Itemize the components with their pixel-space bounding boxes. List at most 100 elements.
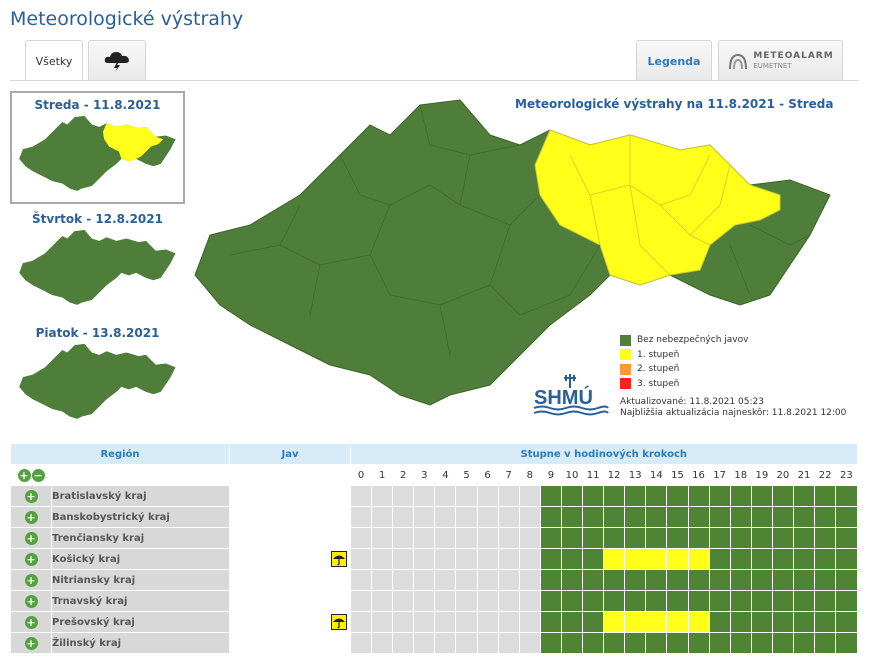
meteoalarm-link[interactable]: METEOALARM EUMETNET: [718, 40, 843, 81]
hour-cell-5: [455, 485, 478, 507]
day-card-2[interactable]: Štvrtok - 12.8.2021: [10, 207, 185, 317]
hour-cell-20: [771, 548, 794, 570]
day-card-3-title: Piatok - 13.8.2021: [35, 326, 160, 340]
row-expand[interactable]: +: [10, 527, 52, 549]
hour-cell-2: [392, 590, 415, 612]
hour-cell-10: [560, 632, 584, 654]
row-expand[interactable]: +: [10, 569, 52, 591]
expand-icon[interactable]: +: [24, 594, 38, 608]
hour-cell-15: [666, 485, 689, 507]
day-card-1-title: Streda - 11.8.2021: [34, 98, 161, 112]
hour-cell-16: [687, 548, 710, 570]
hour-cell-16: [687, 485, 710, 507]
hour-cell-4: [434, 632, 457, 654]
hour-cell-1: [371, 611, 394, 633]
hour-cell-20: [771, 569, 794, 591]
hour-cell-5: [455, 611, 478, 633]
hour-header-21: 21: [792, 464, 816, 486]
phenomenon-cell: [229, 548, 351, 570]
day-card-1[interactable]: Streda - 11.8.2021: [10, 91, 185, 204]
hour-cell-11: [582, 590, 605, 612]
hour-cell-6: [476, 611, 499, 633]
hour-cell-9: [539, 548, 562, 570]
hour-cell-9: [539, 506, 562, 528]
expand-icon[interactable]: +: [24, 636, 38, 650]
hour-cell-15: [666, 506, 689, 528]
hour-cell-7: [497, 485, 520, 507]
expand-icon[interactable]: +: [24, 531, 38, 545]
collapse-all-icon[interactable]: −: [31, 468, 45, 482]
hour-cell-15: [666, 548, 689, 570]
tab-divider: [10, 80, 859, 81]
region-name[interactable]: Nitriansky kraj: [51, 569, 230, 591]
thunderstorm-icon[interactable]: [331, 551, 347, 567]
hour-cell-18: [729, 506, 752, 528]
hour-header-7: 7: [497, 464, 520, 486]
expand-icon[interactable]: +: [24, 510, 38, 524]
row-expand[interactable]: +: [10, 506, 52, 528]
hour-cell-14: [645, 569, 668, 591]
region-name[interactable]: Prešovský kraj: [51, 611, 230, 633]
expand-all-icon[interactable]: +: [17, 468, 31, 482]
phenomenon-cell: [229, 632, 351, 654]
region-name[interactable]: Košický kraj: [51, 548, 230, 570]
hour-cell-17: [708, 506, 731, 528]
hour-cell-6: [476, 569, 499, 591]
hour-cell-20: [771, 485, 794, 507]
hour-cell-12: [603, 527, 626, 549]
row-expand[interactable]: +: [10, 548, 52, 570]
expand-icon[interactable]: +: [24, 615, 38, 629]
tab-thunderstorm[interactable]: [88, 40, 146, 81]
tab-all[interactable]: Všetky: [25, 40, 83, 81]
hour-cell-12: [603, 485, 626, 507]
meteoalarm-logo-icon: [729, 53, 748, 70]
expand-icon[interactable]: +: [24, 489, 38, 503]
legend-label-2: 2. stupeň: [637, 364, 680, 375]
table-row: + Banskobystrický kraj: [10, 506, 858, 528]
hour-cell-9: [539, 590, 562, 612]
expand-collapse-all[interactable]: + −: [10, 464, 52, 486]
hour-cell-23: [835, 548, 858, 570]
hour-cell-9: [539, 485, 562, 507]
col-region-header[interactable]: Región: [10, 443, 230, 465]
hour-cell-17: [708, 485, 731, 507]
hour-cell-22: [814, 590, 837, 612]
hour-cell-19: [750, 611, 773, 633]
thunderstorm-icon[interactable]: [331, 614, 347, 630]
expand-icon[interactable]: +: [24, 573, 38, 587]
hour-cell-22: [814, 611, 837, 633]
hour-cell-11: [582, 632, 605, 654]
update-info: Aktualizované: 11.8.2021 05:23 Najbližši…: [620, 397, 846, 419]
region-name[interactable]: Trnavský kraj: [51, 590, 230, 612]
hour-cell-16: [687, 569, 710, 591]
hour-cell-9: [539, 611, 562, 633]
region-name[interactable]: Banskobystrický kraj: [51, 506, 230, 528]
hour-cell-1: [371, 632, 394, 654]
tab-legend[interactable]: Legenda: [636, 40, 712, 81]
legend-row-1: 1. stupeň: [620, 348, 748, 363]
hour-header-9: 9: [539, 464, 562, 486]
hour-cell-5: [455, 548, 478, 570]
region-name[interactable]: Trenčiansky kraj: [51, 527, 230, 549]
row-expand[interactable]: +: [10, 590, 52, 612]
hour-cell-5: [455, 632, 478, 654]
row-expand[interactable]: +: [10, 611, 52, 633]
region-name[interactable]: Žilinský kraj: [51, 632, 230, 654]
row-expand[interactable]: +: [10, 632, 52, 654]
hour-header-2: 2: [392, 464, 415, 486]
region-name[interactable]: Bratislavský kraj: [51, 485, 230, 507]
hour-cell-15: [666, 611, 689, 633]
col-jav-header[interactable]: Jav: [229, 443, 351, 465]
hour-cell-21: [792, 590, 816, 612]
day-card-3-map: [18, 343, 176, 419]
hour-cell-22: [814, 485, 837, 507]
expand-icon[interactable]: +: [24, 552, 38, 566]
hour-cell-3: [413, 569, 436, 591]
hour-cell-23: [835, 485, 858, 507]
hour-cell-23: [835, 527, 858, 549]
hour-cell-10: [560, 590, 584, 612]
hour-cell-5: [455, 569, 478, 591]
row-expand[interactable]: +: [10, 485, 52, 507]
hour-cell-23: [835, 632, 858, 654]
day-card-3[interactable]: Piatok - 13.8.2021: [10, 321, 185, 431]
